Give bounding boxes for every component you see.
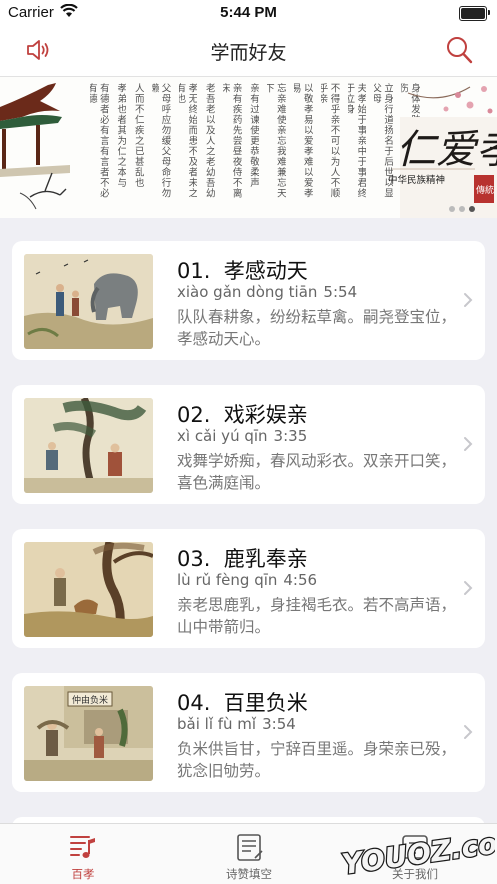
tab-about-us[interactable]: 关于我们: [332, 824, 497, 884]
lesson-title: 03. 鹿乳奉亲: [177, 547, 308, 571]
lesson-pinyin: lù rǔ fèng qīn 4:56: [177, 571, 318, 589]
lesson-thumbnail: [24, 254, 153, 349]
lesson-title: 01. 孝感动天: [177, 259, 308, 283]
banner-seal: 傳統: [476, 184, 494, 196]
banner-subtitle: 中华民族精神: [388, 174, 445, 186]
lesson-title: 04. 百里负米: [177, 691, 308, 715]
lesson-card[interactable]: 02. 戏彩娱亲 xì cǎi yú qīn 3:35 戏舞学娇痴，春风动彩衣。双…: [12, 385, 485, 504]
lesson-verse: 队队春耕象，纷纷耘草禽。嗣尧登宝位，孝感动天心。: [177, 308, 457, 348]
chevron-right-icon: [464, 293, 473, 307]
status-bar: Carrier 5:44 PM: [0, 0, 497, 26]
page-title: 学而好友: [210, 42, 287, 64]
lesson-duration: 3:54: [262, 715, 296, 733]
lesson-verse: 戏舞学娇痴，春风动彩衣。双亲开口笑，喜色满庭闱。: [177, 452, 457, 492]
lesson-verse: 负米供旨甘，宁辞百里遥。身荣亲已殁，犹念旧劬劳。: [177, 740, 457, 780]
tab-label: 关于我们: [392, 867, 438, 881]
lesson-card[interactable]: 03. 鹿乳奉亲 lù rǔ fèng qīn 4:56 亲老思鹿乳，身挂褐毛衣。…: [12, 529, 485, 648]
thumbnail-caption: 仲由负米: [72, 694, 108, 706]
lesson-pinyin: bǎi lǐ fù mǐ 3:54: [177, 715, 296, 733]
banner-carousel[interactable]: 身体发肤受之父母不敢毁伤立身行道扬名于后世以显父母夫孝始于事亲中于事君终于立身不…: [0, 77, 497, 218]
info-icon: [402, 835, 428, 859]
lesson-thumbnail: [24, 542, 153, 637]
lesson-card[interactable]: 仲由负米 04. 百里负米 bǎi lǐ fù mǐ 3:54 负米供旨甘，宁辞百…: [12, 673, 485, 792]
battery-icon: [459, 6, 490, 21]
lesson-thumbnail: 仲由负米: [24, 686, 153, 781]
tab-baixiao[interactable]: 百孝: [0, 824, 166, 884]
lesson-verse: 亲老思鹿乳，身挂褐毛衣。若不高声语，山中带箭归。: [177, 596, 457, 636]
banner-page-dot[interactable]: [449, 206, 455, 212]
search-icon[interactable]: [445, 35, 473, 65]
chevron-right-icon: [464, 725, 473, 739]
lesson-duration: 4:56: [283, 571, 318, 589]
chevron-right-icon: [464, 581, 473, 595]
nav-bar: 学而好友: [0, 26, 497, 77]
lesson-card[interactable]: 01. 孝感动天 xiào gǎn dòng tiān 5:54 队队春耕象，纷纷…: [12, 241, 485, 360]
lesson-pinyin: xiào gǎn dòng tiān 5:54: [177, 283, 358, 301]
lesson-duration: 3:35: [273, 427, 308, 445]
lesson-thumbnail: [24, 398, 153, 493]
book-music-icon: [70, 836, 95, 858]
lesson-title: 02. 戏彩娱亲: [177, 403, 308, 427]
banner-calligraphy: 仁爱孝: [396, 127, 497, 173]
banner-page-dot[interactable]: [469, 206, 475, 212]
lesson-duration: 5:54: [323, 283, 358, 301]
tab-label: 诗赞填空: [226, 867, 272, 881]
banner-artwork: 仁爱孝 中华民族精神 傳統: [0, 83, 497, 218]
tab-label: 百孝: [71, 867, 95, 881]
tab-poem-fill[interactable]: 诗赞填空: [166, 824, 332, 884]
banner-page-dot[interactable]: [459, 206, 465, 212]
chevron-right-icon: [464, 437, 473, 451]
notepad-icon: [237, 834, 263, 861]
status-time: 5:44 PM: [220, 4, 277, 21]
lesson-pinyin: xì cǎi yú qīn 3:35: [177, 427, 308, 445]
tab-bar: 百孝 诗赞填空 关于我们: [0, 823, 497, 884]
banner-page-dots: [449, 206, 475, 212]
